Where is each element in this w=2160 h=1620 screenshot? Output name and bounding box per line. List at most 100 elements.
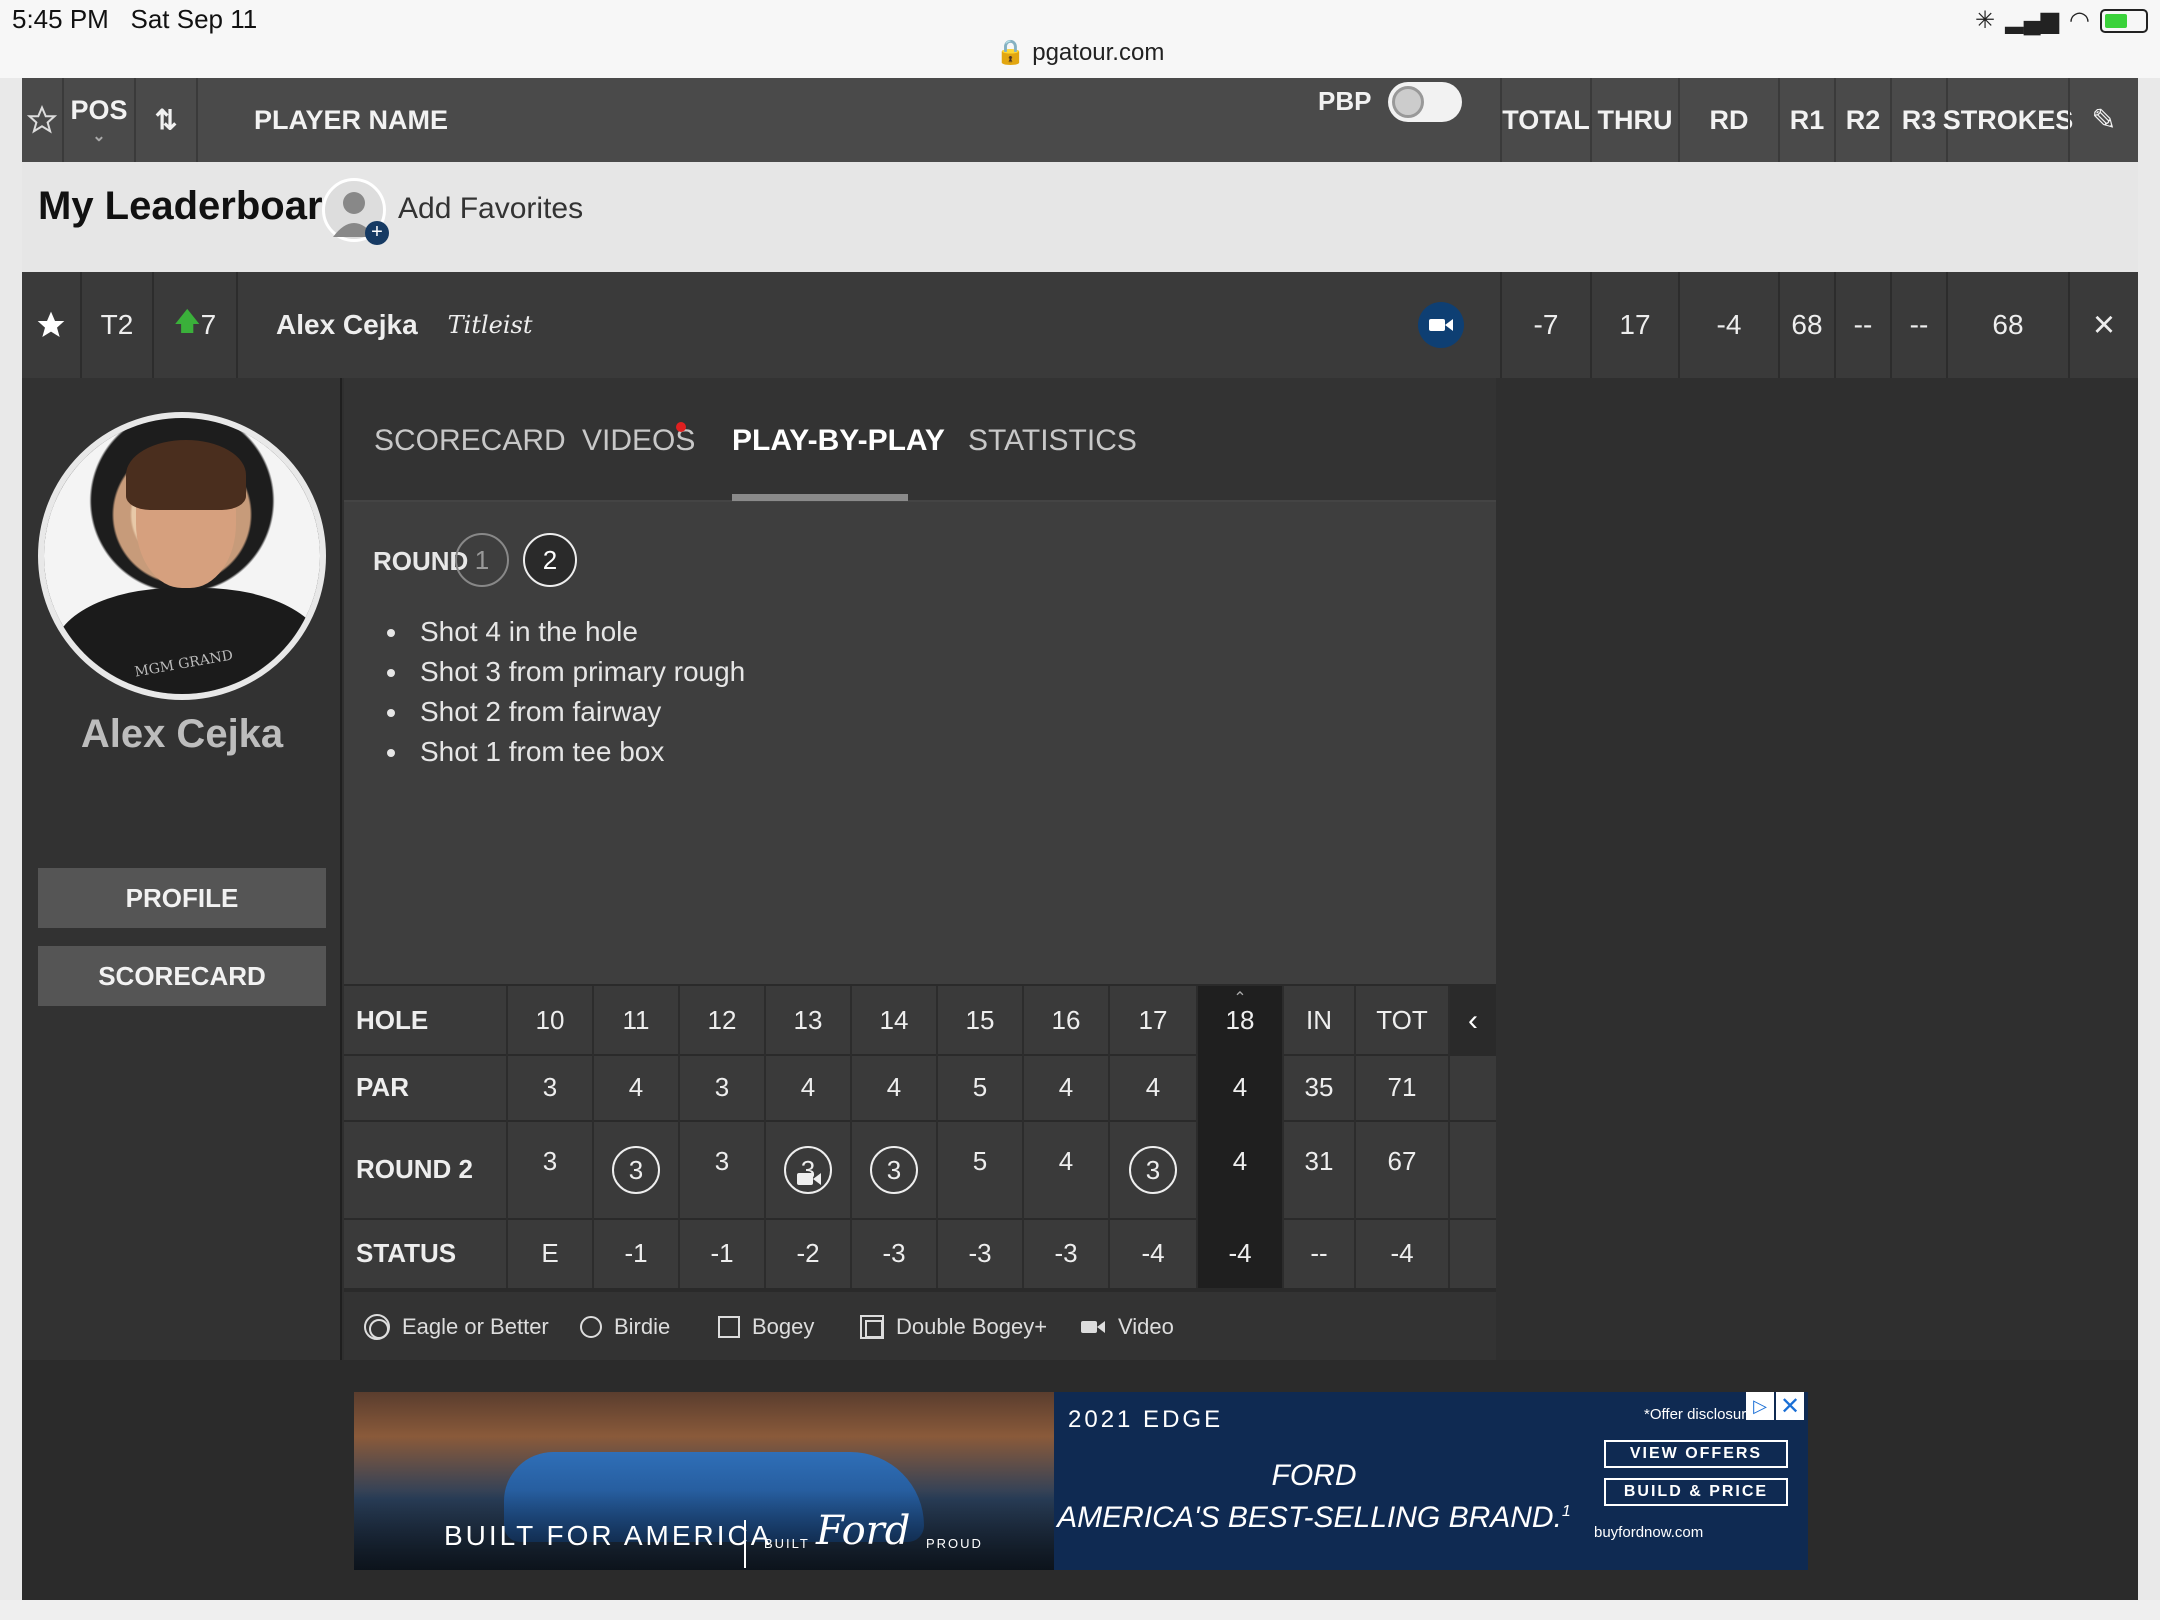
video-camera-icon[interactable] (1418, 302, 1464, 348)
adchoices-icon[interactable]: ▷ (1746, 1392, 1774, 1420)
scorecard-cell-round[interactable]: 3 (852, 1120, 938, 1218)
scorecard-cell-status: E (508, 1218, 594, 1288)
favorite-star-icon[interactable] (22, 78, 62, 162)
tab-play-by-play[interactable]: PLAY-BY-PLAY (732, 424, 945, 458)
scorecard-cell-status: -4 (1110, 1218, 1198, 1288)
player-name[interactable]: Alex Cejka (276, 309, 418, 341)
scorecard-cell-status: -3 (852, 1218, 938, 1288)
favorite-star-filled-icon[interactable] (22, 272, 80, 378)
scorecard-cell-round[interactable]: 3 (508, 1120, 594, 1218)
ad-url[interactable]: buyfordnow.com (1594, 1524, 1703, 1541)
scorecard-cell-round[interactable]: 4 (1198, 1120, 1284, 1218)
scorecard-cell-hole: IN (1284, 986, 1356, 1054)
scorecard-cell-round[interactable]: 67 (1356, 1120, 1450, 1218)
ad-slogan-line1: FORD (1271, 1459, 1357, 1492)
rd-value: -4 (1678, 272, 1778, 378)
arrow-up-icon: 🡅 (173, 306, 201, 336)
scorecard-cell-par: 71 (1356, 1054, 1450, 1120)
ford-ad-banner[interactable]: BUILT FOR AMERICA BUILT Ford PROUD 2021 … (354, 1392, 1808, 1570)
round-label: ROUND (373, 546, 469, 576)
sort-arrows-icon[interactable]: ⇅ (134, 78, 196, 162)
scorecard-cell-par: 3 (508, 1054, 594, 1120)
profile-button[interactable]: PROFILE (38, 868, 326, 928)
ford-logo: Ford (816, 1508, 911, 1554)
shot-item[interactable]: Shot 1 from tee box (410, 732, 745, 772)
round-1-button[interactable]: 1 (455, 533, 509, 587)
total-value: -7 (1500, 272, 1590, 378)
pbp-toggle[interactable] (1388, 82, 1462, 122)
player-row[interactable]: T2 🡅 7 Alex Cejka Titleist -7 17 -4 68 --… (22, 272, 2138, 378)
scorecard-cell-status: -3 (1024, 1218, 1110, 1288)
pos-sort-header[interactable]: POS ⌄ (62, 78, 134, 162)
legend-label: Video (1118, 1314, 1174, 1339)
scorecard-cell-par: 4 (1024, 1054, 1110, 1120)
scorecard-button[interactable]: SCORECARD (38, 946, 326, 1006)
ad-tagline: BUILT FOR AMERICA (444, 1520, 773, 1551)
build-price-button[interactable]: BUILD & PRICE (1604, 1478, 1788, 1506)
scorecard-cell-par: 4 (852, 1054, 938, 1120)
player-name-cell[interactable]: Alex Cejka Titleist (236, 272, 1500, 378)
add-favorites-link[interactable]: Add Favorites (398, 192, 583, 226)
scorecard-cell-round[interactable]: 3 (680, 1120, 766, 1218)
scorecard-cell-round[interactable]: 3 (594, 1120, 680, 1218)
round-2-button[interactable]: 2 (523, 533, 577, 587)
legend-label: Double Bogey+ (896, 1314, 1048, 1339)
my-leaderboard-title: My Leaderboard (38, 184, 347, 228)
ad-slogan-line2: AMERICA'S BEST-SELLING BRAND.1 (1054, 1494, 1574, 1536)
r1-header[interactable]: R1 (1778, 78, 1834, 162)
double-square-icon (860, 1315, 884, 1339)
close-icon[interactable]: × (2068, 272, 2138, 378)
hole-video-icon[interactable] (796, 1170, 822, 1193)
view-offers-button[interactable]: VIEW OFFERS (1604, 1440, 1788, 1468)
scorecard-cell-round[interactable]: 3 (766, 1120, 852, 1218)
pos-label: POS (70, 94, 128, 125)
scorecard-cell-hole: 14 (852, 986, 938, 1054)
birdie-circle: 3 (612, 1146, 660, 1194)
total-header[interactable]: TOTAL (1500, 78, 1590, 162)
active-tab-indicator (732, 494, 908, 501)
scorecard-row-label-par: PAR (344, 1054, 508, 1120)
url-text: pgatour.com (1032, 39, 1165, 66)
shot-item[interactable]: Shot 2 from fairway (410, 692, 745, 732)
r3-header[interactable]: R3 (1890, 78, 1946, 162)
scorecard-legend: Eagle or Better Birdie Bogey Double Boge… (344, 1290, 1496, 1360)
pbp-label: PBP (1318, 86, 1372, 116)
scorecard-cell-hole: 15 (938, 986, 1024, 1054)
thru-header[interactable]: THRU (1590, 78, 1678, 162)
square-icon (718, 1316, 740, 1338)
scorecard-cell-round[interactable]: 31 (1284, 1120, 1356, 1218)
legend-double-bogey: Double Bogey+ (860, 1314, 1047, 1340)
r3-value: -- (1890, 272, 1946, 378)
movement-value: 7 (200, 309, 217, 340)
edit-pencil-icon[interactable]: ✎ (2068, 78, 2138, 162)
scorecard-cell-par: 4 (594, 1054, 680, 1120)
legend-video: Video (1080, 1314, 1174, 1340)
ad-disclosure[interactable]: *Offer disclosur (1644, 1406, 1746, 1423)
rd-header[interactable]: RD (1678, 78, 1778, 162)
shot-item[interactable]: Shot 3 from primary rough (410, 652, 745, 692)
player-name-header[interactable]: PLAYER NAME (196, 78, 1242, 162)
scorecard-cell-hole: 16 (1024, 986, 1110, 1054)
add-favorite-avatar-icon[interactable]: + (322, 178, 389, 245)
scorecard-cell-round[interactable]: 4 (1024, 1120, 1110, 1218)
shot-item[interactable]: Shot 4 in the hole (410, 612, 745, 652)
ad-close-icon[interactable]: ✕ (1776, 1392, 1804, 1420)
address-bar[interactable]: 🔒 pgatour.com (0, 38, 2160, 67)
scorecard-row-label-status: STATUS (344, 1218, 508, 1288)
scorecard-cell-status: -4 (1198, 1218, 1284, 1288)
chevron-left-icon[interactable]: ‹ (1450, 986, 1496, 1056)
r2-value: -- (1834, 272, 1890, 378)
sponsor-logo: Titleist (447, 311, 533, 339)
strokes-header[interactable]: STROKES (1943, 78, 2073, 162)
lock-icon: 🔒 (995, 39, 1026, 66)
wifi-icon: ◠ (2069, 7, 2090, 34)
tab-scorecard[interactable]: SCORECARD (374, 424, 566, 458)
scorecard-cell-round[interactable]: 5 (938, 1120, 1024, 1218)
strokes-value: 68 (1946, 272, 2068, 378)
page-bottom (0, 1600, 2160, 1620)
r2-header[interactable]: R2 (1834, 78, 1890, 162)
player-pos: T2 (80, 272, 152, 378)
tab-statistics[interactable]: STATISTICS (968, 424, 1137, 458)
scorecard-cell-round[interactable]: 3 (1110, 1120, 1198, 1218)
scorecard-cell-status: -1 (594, 1218, 680, 1288)
